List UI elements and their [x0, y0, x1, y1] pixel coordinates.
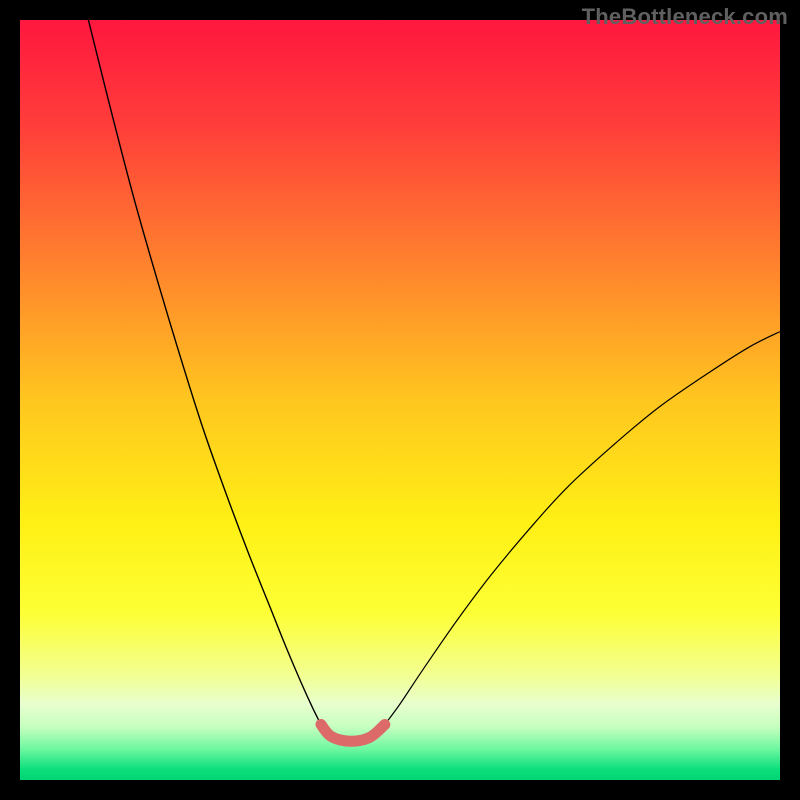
- plot-area: [20, 20, 780, 780]
- series-highlight-segment: [321, 725, 385, 742]
- series-left-branch: [88, 20, 321, 725]
- chart-frame: TheBottleneck.com: [0, 0, 800, 800]
- curve-layer: [20, 20, 780, 780]
- watermark-label: TheBottleneck.com: [582, 4, 788, 30]
- series-right-branch: [385, 332, 780, 725]
